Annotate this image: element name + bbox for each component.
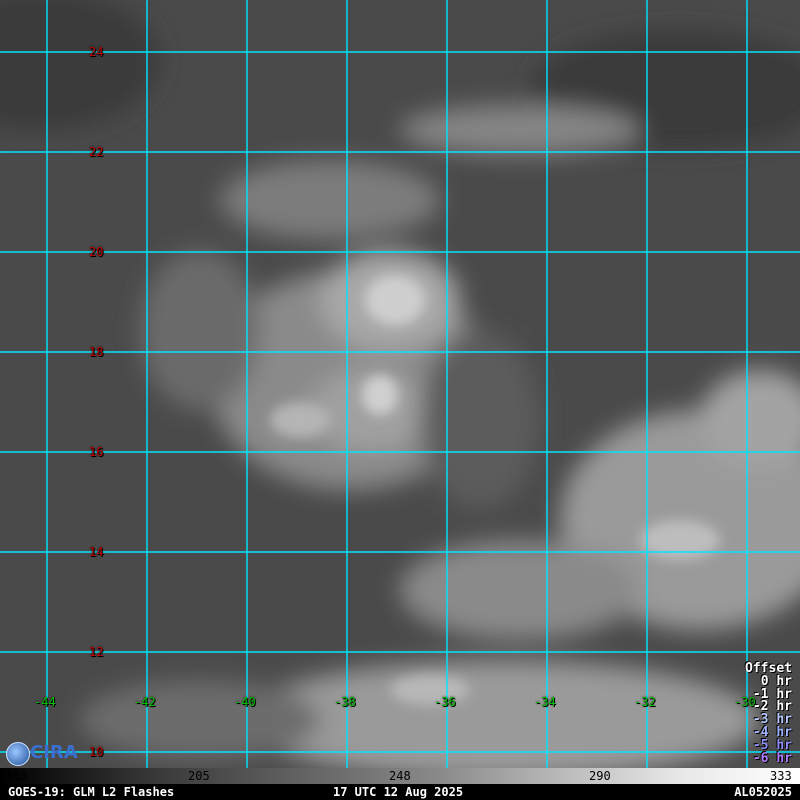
lat-label: 20 <box>89 245 104 259</box>
lat-label: 22 <box>89 145 104 159</box>
colorbar-tick: 333 <box>770 769 792 783</box>
globe-logo-icon <box>6 742 30 766</box>
lon-label: -42 <box>134 695 156 709</box>
lon-label: -36 <box>434 695 456 709</box>
lon-label: -40 <box>234 695 256 709</box>
offset-legend: Offset 0 hr -1 hr -2 hr -3 hr -4 hr -5 h… <box>745 662 792 766</box>
lat-label: 16 <box>89 445 104 459</box>
colorbar-tick: 205 <box>188 769 210 783</box>
satellite-image <box>0 0 800 768</box>
lat-label: 10 <box>89 745 104 759</box>
lat-label: 24 <box>89 45 104 59</box>
timestamp-label: 17 UTC 12 Aug 2025 <box>333 785 464 799</box>
lat-label: 12 <box>89 645 104 659</box>
lon-label: -32 <box>634 695 656 709</box>
lat-label: 14 <box>89 545 104 559</box>
colorbar-tick: 290 <box>589 769 611 783</box>
lon-label: -38 <box>334 695 356 709</box>
satellite-map-view: 24 22 20 18 16 14 12 10 -44 -42 -40 -38 … <box>0 0 800 800</box>
colorbar-tick: 163 <box>6 769 28 783</box>
colorbar-tick: 248 <box>389 769 411 783</box>
logo-text: CIRA <box>30 742 78 763</box>
legend-entry: -6 hr <box>752 750 792 766</box>
storm-id-label: AL052025 <box>734 785 792 799</box>
lon-label: -34 <box>534 695 556 709</box>
lon-label: -44 <box>34 695 56 709</box>
product-label: GOES-19: GLM L2 Flashes <box>8 785 175 799</box>
info-footer: GOES-19: GLM L2 Flashes 17 UTC 12 Aug 20… <box>0 784 800 800</box>
lat-label: 18 <box>89 345 104 359</box>
